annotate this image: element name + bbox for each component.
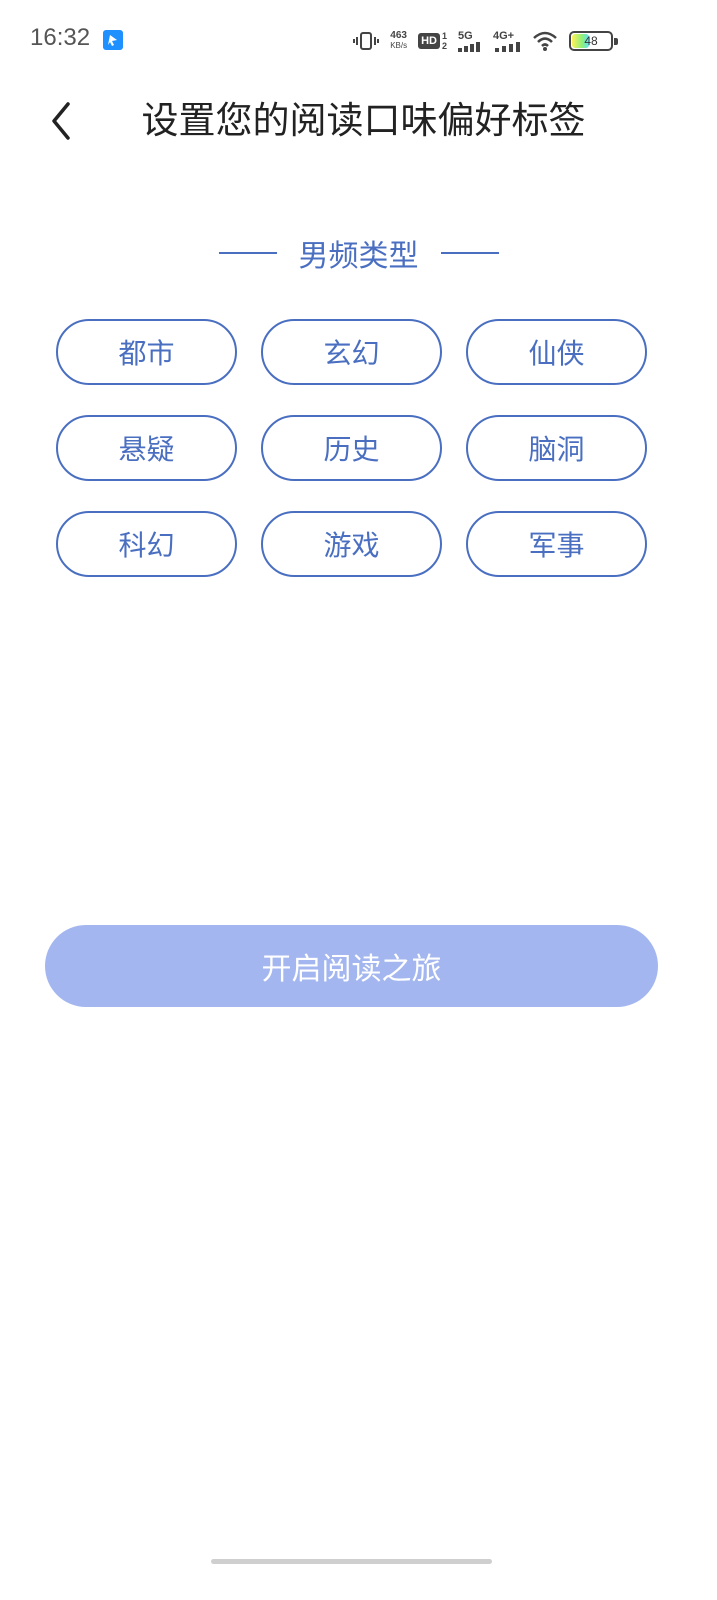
network-speed-unit: KB/s — [390, 41, 408, 50]
signal-4g-icon: 4G+ — [493, 29, 521, 52]
tag-grid: 都市 玄幻 仙侠 悬疑 历史 脑洞 科幻 游戏 军事 — [56, 319, 647, 577]
hd-sim-2: 2 — [441, 41, 447, 51]
tag-chip[interactable]: 都市 — [56, 319, 237, 385]
status-time: 16:32 — [30, 24, 91, 51]
section-divider-left — [218, 252, 277, 254]
tag-chip[interactable]: 科幻 — [56, 511, 237, 577]
start-reading-button[interactable]: 开启阅读之旅 — [45, 925, 658, 1007]
section-header: 男频类型 — [0, 231, 717, 275]
app-notification-icon — [103, 30, 123, 50]
network-speed: 463 KB/s — [390, 31, 407, 51]
tag-chip[interactable]: 脑洞 — [466, 415, 647, 481]
tag-chip[interactable]: 悬疑 — [56, 415, 237, 481]
tag-chip[interactable]: 游戏 — [261, 511, 442, 577]
hd-indicator: HD 1 2 — [418, 31, 447, 51]
signal-5g-icon: 5G — [458, 29, 482, 52]
network-speed-value: 463 — [390, 30, 407, 41]
tag-chip[interactable]: 历史 — [261, 415, 442, 481]
section-title: 男频类型 — [298, 239, 419, 274]
tag-chip[interactable]: 军事 — [466, 511, 647, 577]
hd-badge: HD — [418, 33, 440, 49]
vibrate-icon — [353, 31, 380, 51]
tag-chip[interactable]: 玄幻 — [261, 319, 442, 385]
page-title: 设置您的阅读口味偏好标签 — [141, 99, 586, 142]
battery-icon: 48 — [569, 31, 618, 51]
hd-sim-1: 1 — [441, 31, 447, 41]
status-icons: 463 KB/s HD 1 2 5G 4G+ 48 — [353, 26, 618, 56]
battery-cap — [614, 38, 618, 45]
home-indicator[interactable] — [211, 1559, 492, 1564]
status-bar: 16:32 463 KB/s HD 1 2 5G 4G+ 48 — [0, 0, 717, 80]
battery-level: 48 — [584, 34, 598, 48]
section-divider-right — [440, 252, 499, 254]
signal-4g-label: 4G+ — [493, 29, 515, 42]
wifi-icon — [532, 30, 558, 52]
tag-chip[interactable]: 仙侠 — [466, 319, 647, 385]
signal-5g-label: 5G — [458, 29, 473, 42]
